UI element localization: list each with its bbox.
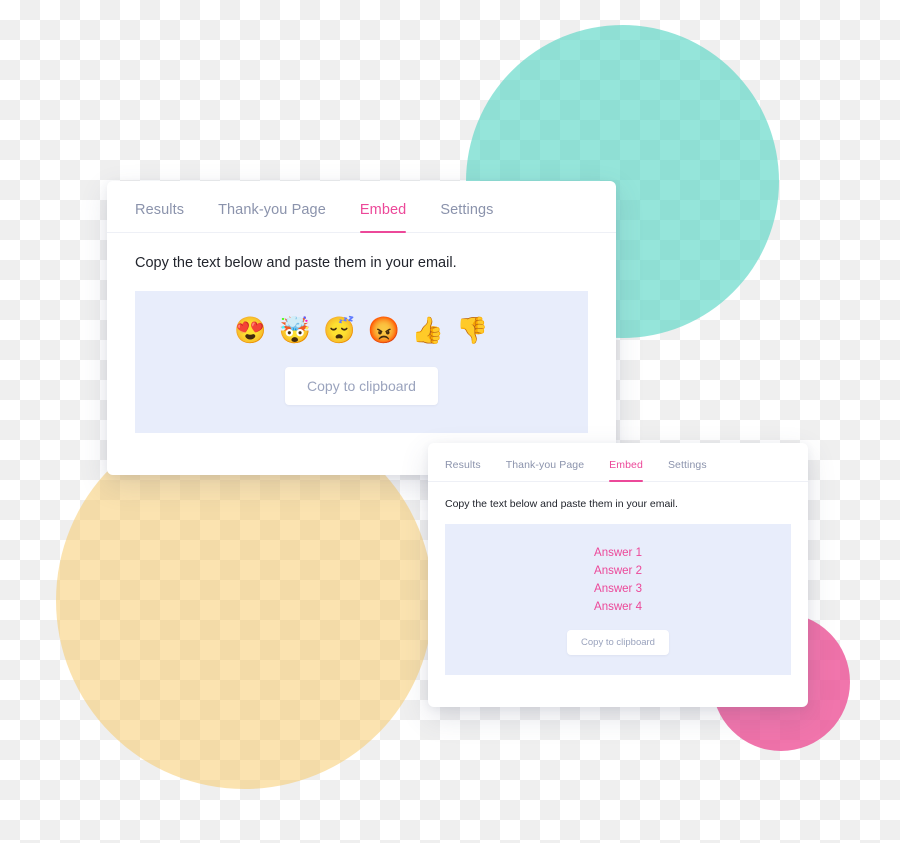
copy-to-clipboard-button[interactable]: Copy to clipboard bbox=[567, 630, 669, 656]
card-body: Copy the text below and paste them in yo… bbox=[107, 233, 616, 433]
answer-item[interactable]: Answer 1 bbox=[459, 544, 777, 562]
instruction-text: Copy the text below and paste them in yo… bbox=[445, 498, 678, 510]
tab-results[interactable]: Results bbox=[445, 459, 481, 481]
angry-face-emoji[interactable]: 😡 bbox=[368, 317, 400, 343]
heart-eyes-emoji[interactable]: 😍 bbox=[234, 317, 266, 343]
tab-bar: Results Thank-you Page Embed Settings bbox=[107, 181, 616, 233]
tab-embed[interactable]: Embed bbox=[609, 459, 643, 482]
tab-results[interactable]: Results bbox=[135, 202, 184, 232]
thumbs-down-emoji[interactable]: 👎 bbox=[456, 317, 488, 343]
answer-list: Answer 1 Answer 2 Answer 3 Answer 4 bbox=[459, 544, 777, 616]
answer-item[interactable]: Answer 2 bbox=[459, 562, 777, 580]
exploding-head-emoji[interactable]: 🤯 bbox=[279, 317, 311, 343]
tab-settings[interactable]: Settings bbox=[440, 202, 493, 232]
tab-bar: Results Thank-you Page Embed Settings bbox=[428, 443, 808, 482]
tab-embed[interactable]: Embed bbox=[359, 202, 407, 233]
emoji-row: 😍 🤯 😴 😡 👍 👎 bbox=[155, 317, 568, 343]
answer-item[interactable]: Answer 4 bbox=[459, 598, 777, 616]
sleeping-face-emoji[interactable]: 😴 bbox=[323, 317, 355, 343]
answers-embed-card: Results Thank-you Page Embed Settings Co… bbox=[428, 443, 808, 707]
embed-preview-panel: Answer 1 Answer 2 Answer 3 Answer 4 Copy… bbox=[445, 524, 791, 676]
tab-thank-you-page[interactable]: Thank-you Page bbox=[218, 202, 326, 232]
tab-thank-you-page[interactable]: Thank-you Page bbox=[506, 459, 584, 481]
card-body: Copy the text below and paste them in yo… bbox=[428, 482, 808, 676]
copy-to-clipboard-button[interactable]: Copy to clipboard bbox=[285, 367, 438, 405]
answer-item[interactable]: Answer 3 bbox=[459, 580, 777, 598]
thumbs-up-emoji[interactable]: 👍 bbox=[412, 317, 444, 343]
canvas: Results Thank-you Page Embed Settings Co… bbox=[0, 0, 900, 843]
tab-settings[interactable]: Settings bbox=[668, 459, 707, 481]
instruction-text: Copy the text below and paste them in yo… bbox=[135, 255, 457, 271]
embed-preview-panel: 😍 🤯 😴 😡 👍 👎 Copy to clipboard bbox=[135, 291, 588, 433]
emoji-embed-card: Results Thank-you Page Embed Settings Co… bbox=[107, 181, 616, 475]
